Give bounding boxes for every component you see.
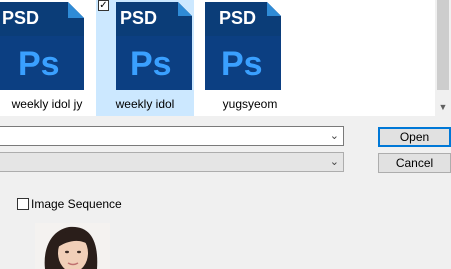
image-preview-thumbnail [35, 223, 110, 269]
file-list[interactable]: PSD Ps weekly idol jy ✓ PSD Ps weekly id… [0, 0, 435, 116]
svg-text:PSD: PSD [219, 8, 256, 28]
file-name-label: yugsyeom [222, 97, 278, 111]
file-item[interactable]: PSD Ps weekly idol jy [0, 0, 96, 116]
file-item[interactable]: PSD Ps yugsyeom [201, 0, 299, 116]
image-sequence-label: Image Sequence [31, 196, 122, 211]
file-name-label: weekly idol jy [11, 97, 83, 111]
psd-file-icon: PSD Ps [0, 2, 84, 90]
image-sequence-checkbox[interactable] [17, 197, 29, 210]
svg-text:PSD: PSD [2, 8, 39, 28]
svg-text:Ps: Ps [18, 45, 60, 83]
svg-text:PSD: PSD [120, 8, 157, 28]
chevron-down-icon[interactable]: ⌄ [330, 127, 339, 145]
file-item-selected[interactable]: ✓ PSD Ps weekly idol [96, 0, 194, 116]
open-button[interactable]: Open [378, 127, 451, 147]
psd-file-icon: PSD Ps [205, 2, 281, 90]
psd-file-icon: PSD Ps [116, 2, 192, 90]
chevron-down-icon[interactable]: ⌄ [330, 153, 339, 171]
file-name-label: weekly idol [115, 97, 175, 111]
file-name-combobox[interactable]: ⌄ [0, 126, 344, 146]
file-type-combobox[interactable]: ⌄ [0, 152, 344, 172]
image-sequence-option[interactable]: Image Sequence [17, 196, 122, 212]
scrollbar-thumb[interactable] [437, 0, 449, 90]
chevron-down-icon[interactable]: ▼ [435, 99, 451, 115]
vertical-scrollbar[interactable]: ▼ [435, 0, 451, 116]
svg-text:Ps: Ps [221, 45, 263, 83]
svg-text:Ps: Ps [130, 45, 172, 83]
item-checkbox[interactable]: ✓ [98, 0, 109, 11]
cancel-button[interactable]: Cancel [378, 153, 451, 173]
